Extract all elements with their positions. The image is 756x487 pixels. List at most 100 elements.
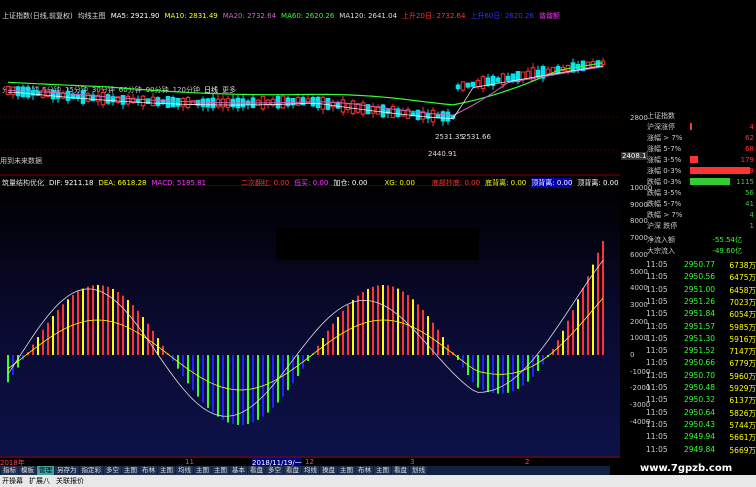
flow-value: -49.60亿 <box>712 246 742 255</box>
bottom-tab[interactable]: 看盘 <box>392 466 409 475</box>
bottom-tab[interactable]: 主图 <box>374 466 391 475</box>
tick-price: 2950.70 <box>684 370 716 380</box>
bottom-tab[interactable]: 指定彩 <box>79 466 103 475</box>
time-axis-label: 3 <box>410 458 415 466</box>
stat-bar <box>690 123 692 130</box>
candle <box>480 76 486 90</box>
bottom-tab[interactable]: 多空 <box>266 466 283 475</box>
candle <box>465 82 471 88</box>
candle <box>510 73 516 82</box>
bottom-tab[interactable]: 布林 <box>140 466 157 475</box>
tick-price: 2950.64 <box>684 407 716 417</box>
candle <box>440 111 446 122</box>
bottom-tab[interactable]: 另存为 <box>55 466 79 475</box>
candle <box>400 110 406 117</box>
status-item[interactable]: 开操幕 <box>2 476 23 486</box>
tick-time: 11:05 <box>646 346 668 356</box>
bottom-tab[interactable]: 看盘 <box>284 466 301 475</box>
bottom-tab[interactable]: 主图 <box>158 466 175 475</box>
stat-row: 涨幅 0-3%1819 <box>620 165 756 176</box>
macd-info-line: 筑量结构优化 DIF: 9211.18 DEA: 6618.28 MACD: 5… <box>0 178 620 188</box>
bottom-tab[interactable]: 管理 <box>37 466 54 475</box>
macd-axis-tick: 7000 <box>630 234 648 243</box>
tick-time: 11:05 <box>646 321 668 331</box>
bottom-tab[interactable]: 基本 <box>230 466 247 475</box>
tick-price: 2951.30 <box>684 333 716 343</box>
candle <box>140 95 146 107</box>
candle <box>185 96 191 109</box>
tick-volume: 6475万 <box>729 273 756 283</box>
candle <box>445 111 451 122</box>
candle <box>280 95 286 109</box>
candle <box>200 98 206 108</box>
bottom-tab[interactable]: 布林 <box>356 466 373 475</box>
macd-axis-tick: 6000 <box>630 250 648 259</box>
tick-row: 11:05 2951.52 7147万 <box>646 346 756 357</box>
stat-row: 涨幅 3-5% 179 <box>620 154 756 165</box>
tick-price: 2950.48 <box>684 383 716 392</box>
chart-area[interactable] <box>0 0 620 466</box>
bottom-tab[interactable]: 模板 <box>19 466 36 475</box>
macd-title[interactable]: 筑量结构优化 <box>2 178 44 188</box>
bottom-tab[interactable]: 主图 <box>338 466 355 475</box>
stat-bar <box>690 167 750 174</box>
tick-volume: 5669万 <box>729 445 756 455</box>
tick-volume: 5929万 <box>729 384 756 393</box>
tick-row: 11:05 2951.30 5916万 <box>646 334 756 345</box>
stat-value: 1 <box>749 221 754 230</box>
candle <box>165 96 171 108</box>
candle <box>380 104 386 118</box>
macd-value: MACD: 5185.81 <box>151 179 206 187</box>
bottom-tab[interactable]: 主图 <box>212 466 229 475</box>
time-axis-label: 11 <box>185 458 194 466</box>
candle <box>505 75 511 81</box>
status-item[interactable]: 扩展八 <box>29 476 50 486</box>
tick-volume: 5985万 <box>729 322 756 332</box>
candle <box>100 91 106 106</box>
candle <box>150 96 156 107</box>
bottom-tab[interactable]: 操盘 <box>320 466 337 475</box>
tick-volume: 6738万 <box>729 261 756 270</box>
tick-row: 11:05 2949.94 5661万 <box>646 432 756 443</box>
candle <box>475 79 481 88</box>
bottom-tab[interactable]: 指标 <box>1 466 18 475</box>
watermark-text: www.7gpzb.com <box>640 463 733 474</box>
candle <box>125 95 131 105</box>
stat-label: 涨幅 3-5% <box>647 155 682 164</box>
bottom-tab[interactable]: 主图 <box>194 466 211 475</box>
tick-price: 2950.32 <box>684 395 716 405</box>
price-label-low: 2440.91 <box>428 150 457 158</box>
time-axis-label: 12 <box>305 458 314 466</box>
tick-price: 2951.52 <box>684 346 716 356</box>
tick-price: 2950.56 <box>684 272 716 282</box>
candle <box>190 100 196 106</box>
tick-volume: 5960万 <box>729 371 756 381</box>
bottom-tab[interactable]: 均线 <box>302 466 319 475</box>
tick-price: 2949.94 <box>684 432 716 442</box>
candle <box>470 81 476 87</box>
bottom-tab[interactable]: 均线 <box>176 466 193 475</box>
candle <box>315 96 321 109</box>
tick-volume: 7023万 <box>729 297 756 307</box>
time-axis-label: 2 <box>525 458 530 466</box>
tick-price: 2950.66 <box>684 358 716 368</box>
stat-value: 179 <box>740 155 754 164</box>
bottom-tab[interactable]: 主图 <box>122 466 139 475</box>
indicator-1: 二次翻红: 0.00 <box>241 179 290 187</box>
stat-label: 沪深涨停 <box>647 122 675 131</box>
candle <box>455 84 461 90</box>
indicator-8: 顶背离: 0.00 <box>577 179 619 187</box>
macd-axis-tick: 10000 <box>630 184 653 192</box>
stat-label: 涨幅 0-3% <box>647 166 682 175</box>
bottom-tab[interactable]: 划线 <box>410 466 427 475</box>
bottom-tab[interactable]: 看盘 <box>248 466 265 475</box>
bottom-tab[interactable]: 多空 <box>104 466 121 475</box>
candle <box>330 101 336 108</box>
status-bar: 开操幕 扩展八 关联报价 <box>0 475 756 487</box>
tick-volume: 7147万 <box>729 347 756 357</box>
stat-value: 41 <box>745 199 754 208</box>
status-item[interactable]: 关联报价 <box>56 476 84 486</box>
tick-time: 11:05 <box>646 395 668 405</box>
tick-time: 11:05 <box>646 333 668 343</box>
tick-row: 11:05 2951.00 6458万 <box>646 285 756 296</box>
